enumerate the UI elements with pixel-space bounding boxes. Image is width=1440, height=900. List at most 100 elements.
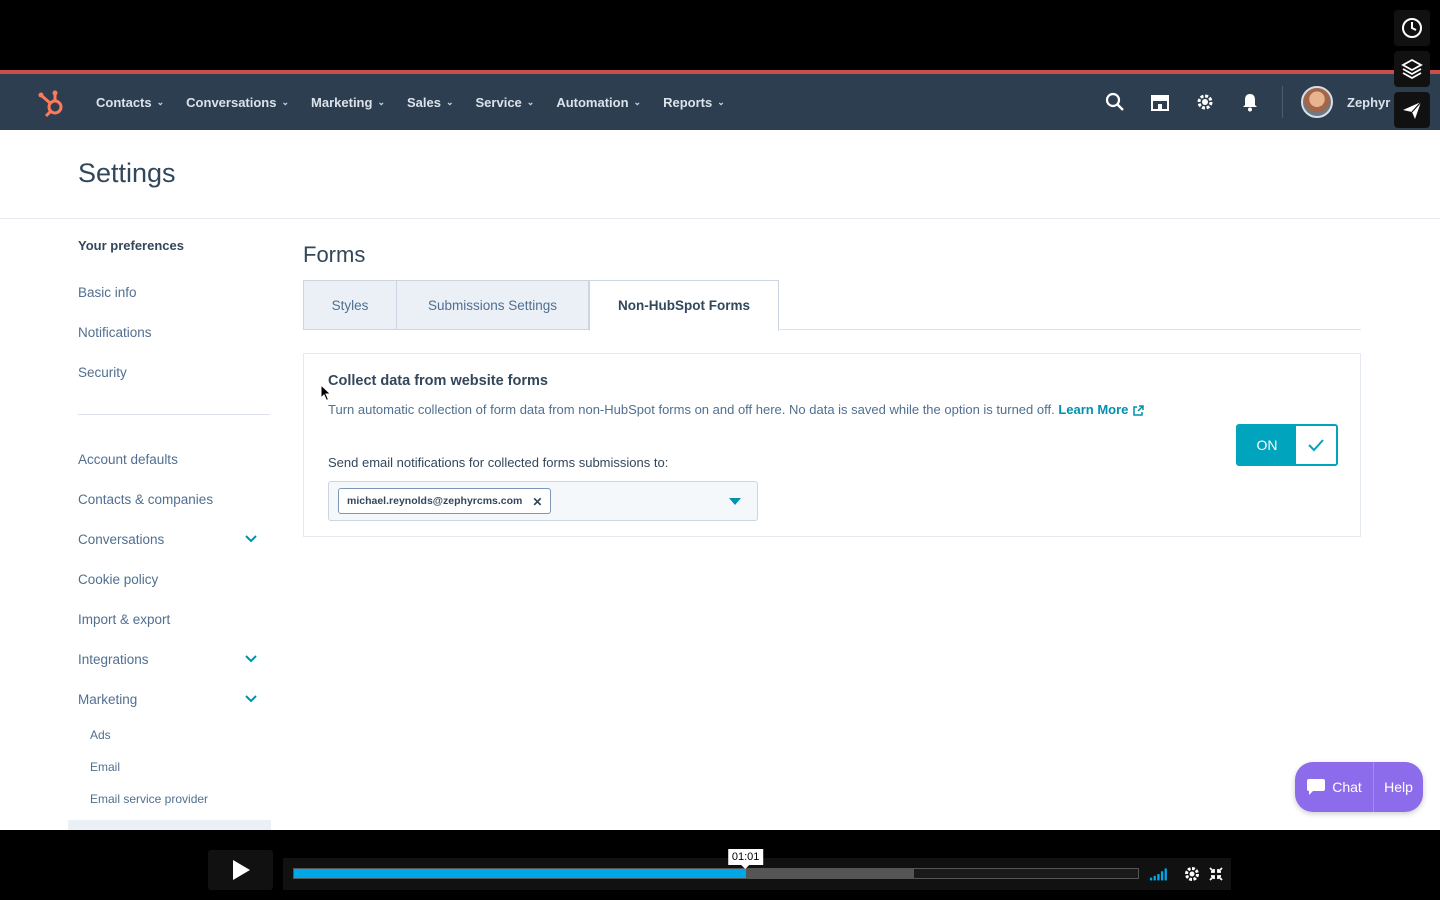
chevron-down-icon: ⌄	[156, 96, 165, 107]
chevron-down-icon: ⌄	[717, 96, 725, 107]
sidebar-section-heading: Your preferences	[78, 238, 184, 253]
learn-more-link[interactable]: Learn More	[1058, 402, 1145, 417]
sidebar-item-label: Marketing	[78, 691, 138, 707]
gear-icon[interactable]	[1190, 87, 1220, 117]
tab-styles[interactable]: Styles	[303, 280, 397, 330]
chevron-down-icon: ⌄	[633, 96, 642, 107]
sidebar-item-label: Conversations	[78, 531, 165, 547]
avatar[interactable]	[1301, 86, 1333, 118]
bell-icon[interactable]	[1235, 87, 1265, 117]
chevron-down-icon: ⌄	[526, 96, 535, 107]
nav-item-conversations[interactable]: Conversations ⌄	[186, 95, 289, 110]
send-icon	[1403, 101, 1422, 119]
time-tooltip: 01:01	[727, 849, 764, 869]
nav-item-label: Sales	[406, 94, 441, 110]
sidebar-item-label: Account defaults	[78, 451, 178, 467]
clock-icon	[1402, 18, 1422, 38]
chat-button[interactable]: Chat	[1295, 762, 1373, 812]
email-tag-label: michael.reynolds@zephyrcms.com	[347, 495, 523, 507]
settings-header: Settings	[0, 130, 1440, 219]
sidebar-item-label: Notifications	[78, 324, 152, 340]
description-text: Turn automatic collection of form data f…	[328, 402, 1059, 417]
chevron-down-icon: ⌄	[281, 96, 290, 107]
close-icon[interactable]: ✕	[532, 495, 542, 509]
sidebar-item-conversations[interactable]: Conversations	[78, 519, 272, 559]
account-name[interactable]: Zephyr	[1347, 95, 1390, 110]
sidebar-subitem-ads[interactable]: Ads	[78, 719, 272, 751]
sidebar-item-security[interactable]: Security	[78, 352, 272, 392]
caret-down-icon[interactable]	[729, 498, 741, 505]
email-tag: michael.reynolds@zephyrcms.com ✕	[338, 488, 552, 514]
email-recipient-select[interactable]: michael.reynolds@zephyrcms.com ✕	[328, 481, 758, 521]
notification-label: Send email notifications for collected f…	[328, 455, 669, 470]
nav-item-label: Contacts	[96, 94, 152, 110]
nav-menu: Contacts ⌄ Conversations ⌄ Marketing ⌄ Sale…	[96, 74, 725, 130]
collect-data-card: Collect data from website forms Turn aut…	[303, 353, 1361, 537]
nav-item-label: Marketing	[311, 94, 373, 110]
external-link-icon	[1133, 404, 1145, 416]
page-title: Settings	[78, 158, 176, 188]
nav-item-marketing[interactable]: Marketing ⌄	[311, 95, 385, 110]
hubspot-app: Contacts ⌄ Conversations ⌄ Marketing ⌄ Sale…	[0, 70, 1440, 830]
chevron-down-icon[interactable]	[244, 532, 258, 546]
marketplace-icon[interactable]	[1145, 87, 1175, 117]
tab-label: Non-HubSpot Forms	[618, 298, 750, 313]
nav-separator	[1282, 86, 1283, 118]
chevron-down-icon[interactable]	[244, 692, 258, 706]
sidebar-item-notifications[interactable]: Notifications	[78, 312, 272, 352]
section-title: Forms	[303, 242, 366, 267]
toggle-on-label: ON	[1238, 426, 1296, 464]
sidebar-item-integrations[interactable]: Integrations	[78, 639, 272, 679]
help-label: Help	[1384, 779, 1413, 795]
sidebar-item-label: Contacts & companies	[78, 491, 214, 507]
tab-submissions-settings[interactable]: Submissions Settings	[396, 280, 589, 330]
collections-button[interactable]	[1394, 51, 1430, 87]
play-button[interactable]	[208, 850, 273, 890]
chevron-down-icon[interactable]	[244, 652, 258, 666]
fullscreen-icon[interactable]	[1205, 864, 1227, 884]
sidebar-item-account-defaults[interactable]: Account defaults	[78, 439, 272, 479]
top-accent-line	[0, 70, 1440, 74]
sidebar-subitem-email-service-provider[interactable]: Email service provider	[78, 783, 272, 815]
chat-label: Chat	[1332, 779, 1362, 795]
tab-non-hubspot-forms[interactable]: Non-HubSpot Forms	[589, 280, 779, 331]
sidebar-item-marketing[interactable]: Marketing	[78, 679, 272, 719]
nav-utilities: Zephyr	[1100, 74, 1390, 130]
sidebar-active-highlight	[68, 820, 271, 830]
sidebar-item-label: Integrations	[78, 651, 149, 667]
progress-bar[interactable]	[293, 868, 1139, 879]
chat-bubble-icon	[1307, 779, 1326, 795]
sidebar-item-basic-info[interactable]: Basic info	[78, 272, 272, 312]
learn-more-label: Learn More	[1058, 402, 1129, 417]
nav-item-reports[interactable]: Reports ⌄	[663, 95, 725, 110]
sidebar-item-cookie-policy[interactable]: Cookie policy	[78, 559, 272, 599]
sidebar-divider	[78, 414, 270, 415]
sidebar-subitem-label: Email	[90, 760, 121, 774]
sidebar-subitem-email[interactable]: Email	[78, 751, 272, 783]
hubspot-logo-icon[interactable]	[36, 88, 68, 120]
nav-item-contacts[interactable]: Contacts ⌄	[96, 95, 164, 110]
top-navigation: Contacts ⌄ Conversations ⌄ Marketing ⌄ Sale…	[0, 74, 1440, 130]
nav-item-sales[interactable]: Sales ⌄	[407, 95, 454, 110]
nav-item-label: Conversations	[186, 94, 277, 110]
help-button[interactable]: Help	[1373, 762, 1423, 812]
watch-later-button[interactable]	[1394, 10, 1430, 46]
sidebar-item-import-export[interactable]: Import & export	[78, 599, 272, 639]
nav-item-automation[interactable]: Automation ⌄	[556, 95, 641, 110]
sidebar-item-contacts-companies[interactable]: Contacts & companies	[78, 479, 272, 519]
chevron-down-icon: ⌄	[377, 96, 385, 107]
share-button[interactable]	[1394, 92, 1430, 128]
nav-item-service[interactable]: Service ⌄	[476, 95, 535, 110]
card-description: Turn automatic collection of form data f…	[328, 398, 1188, 422]
progress-played	[294, 869, 746, 878]
sidebar-item-label: Import & export	[78, 611, 171, 627]
video-controls	[0, 830, 1440, 900]
gear-icon[interactable]	[1181, 864, 1203, 884]
nav-item-label: Reports	[663, 94, 713, 110]
volume-icon[interactable]	[1149, 864, 1171, 884]
search-icon[interactable]	[1100, 87, 1130, 117]
sidebar-subitem-label: Ads	[90, 728, 111, 742]
tab-label: Submissions Settings	[427, 297, 558, 313]
sidebar-subitem-label: Email service provider	[90, 792, 209, 806]
collect-forms-toggle[interactable]: ON	[1236, 424, 1338, 466]
